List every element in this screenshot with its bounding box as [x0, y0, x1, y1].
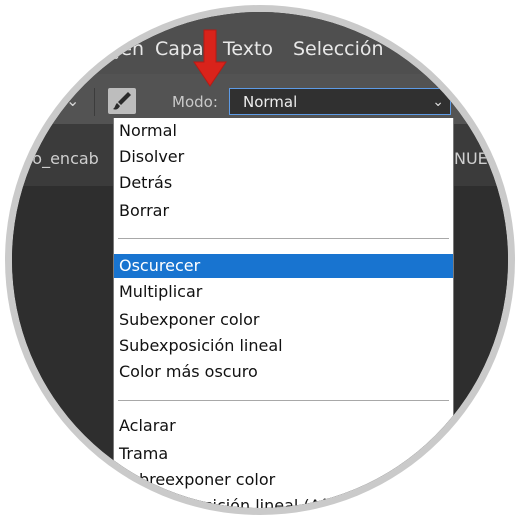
blend-option-normal[interactable]: Normal — [114, 119, 453, 143]
blend-option-sobreexposicion-lineal[interactable]: Sobreexposición lineal (Añadir) — [114, 494, 453, 508]
blend-option-trama[interactable]: Trama — [114, 442, 453, 466]
blend-option-aclarar[interactable]: Aclarar — [114, 414, 453, 438]
toolbar-divider — [94, 88, 95, 116]
document-tab-right[interactable]: NUE — [454, 148, 488, 170]
blend-option-multiplicar[interactable]: Multiplicar — [114, 280, 453, 304]
photoshop-ui: jen Capa Texto Selección F ⌄ Modo: Norma… — [12, 12, 508, 508]
red-arrow-pointer — [193, 29, 227, 87]
blend-mode-value: Normal — [243, 93, 298, 111]
tool-preset-chevron-icon[interactable]: ⌄ — [66, 88, 79, 114]
menu-divider — [118, 238, 449, 239]
chevron-down-icon: ⌄ — [432, 94, 444, 110]
blend-option-disolver[interactable]: Disolver — [114, 145, 453, 169]
magnifier-view: jen Capa Texto Selección F ⌄ Modo: Norma… — [12, 12, 508, 508]
menu-item-filtro[interactable]: F — [402, 36, 413, 62]
mode-label: Modo: — [172, 93, 218, 111]
blend-option-detras[interactable]: Detrás — [114, 171, 453, 195]
menu-item-imagen[interactable]: jen — [115, 36, 144, 62]
blend-option-color-mas-oscuro[interactable]: Color más oscuro — [114, 360, 453, 384]
blend-mode-dropdown: Normal Disolver Detrás Borrar Oscurecer … — [113, 118, 454, 508]
blend-option-sobreexponer-color[interactable]: Sobreexponer color — [114, 468, 453, 492]
blend-option-subexponer-color[interactable]: Subexponer color — [114, 308, 453, 332]
magnifier-lens: jen Capa Texto Selección F ⌄ Modo: Norma… — [5, 5, 515, 515]
menu-divider — [118, 400, 449, 401]
menu-item-texto[interactable]: Texto — [223, 36, 273, 62]
brush-panel-button[interactable] — [108, 88, 136, 114]
document-tab-left[interactable]: elo_encab — [18, 148, 99, 170]
blend-option-subexposicion-lineal[interactable]: Subexposición lineal — [114, 334, 453, 358]
brush-icon — [113, 92, 131, 110]
menu-item-seleccion[interactable]: Selección — [293, 36, 384, 62]
blend-mode-select[interactable]: Normal ⌄ — [229, 88, 451, 115]
blend-option-oscurecer[interactable]: Oscurecer — [114, 254, 453, 278]
blend-option-borrar[interactable]: Borrar — [114, 199, 453, 223]
